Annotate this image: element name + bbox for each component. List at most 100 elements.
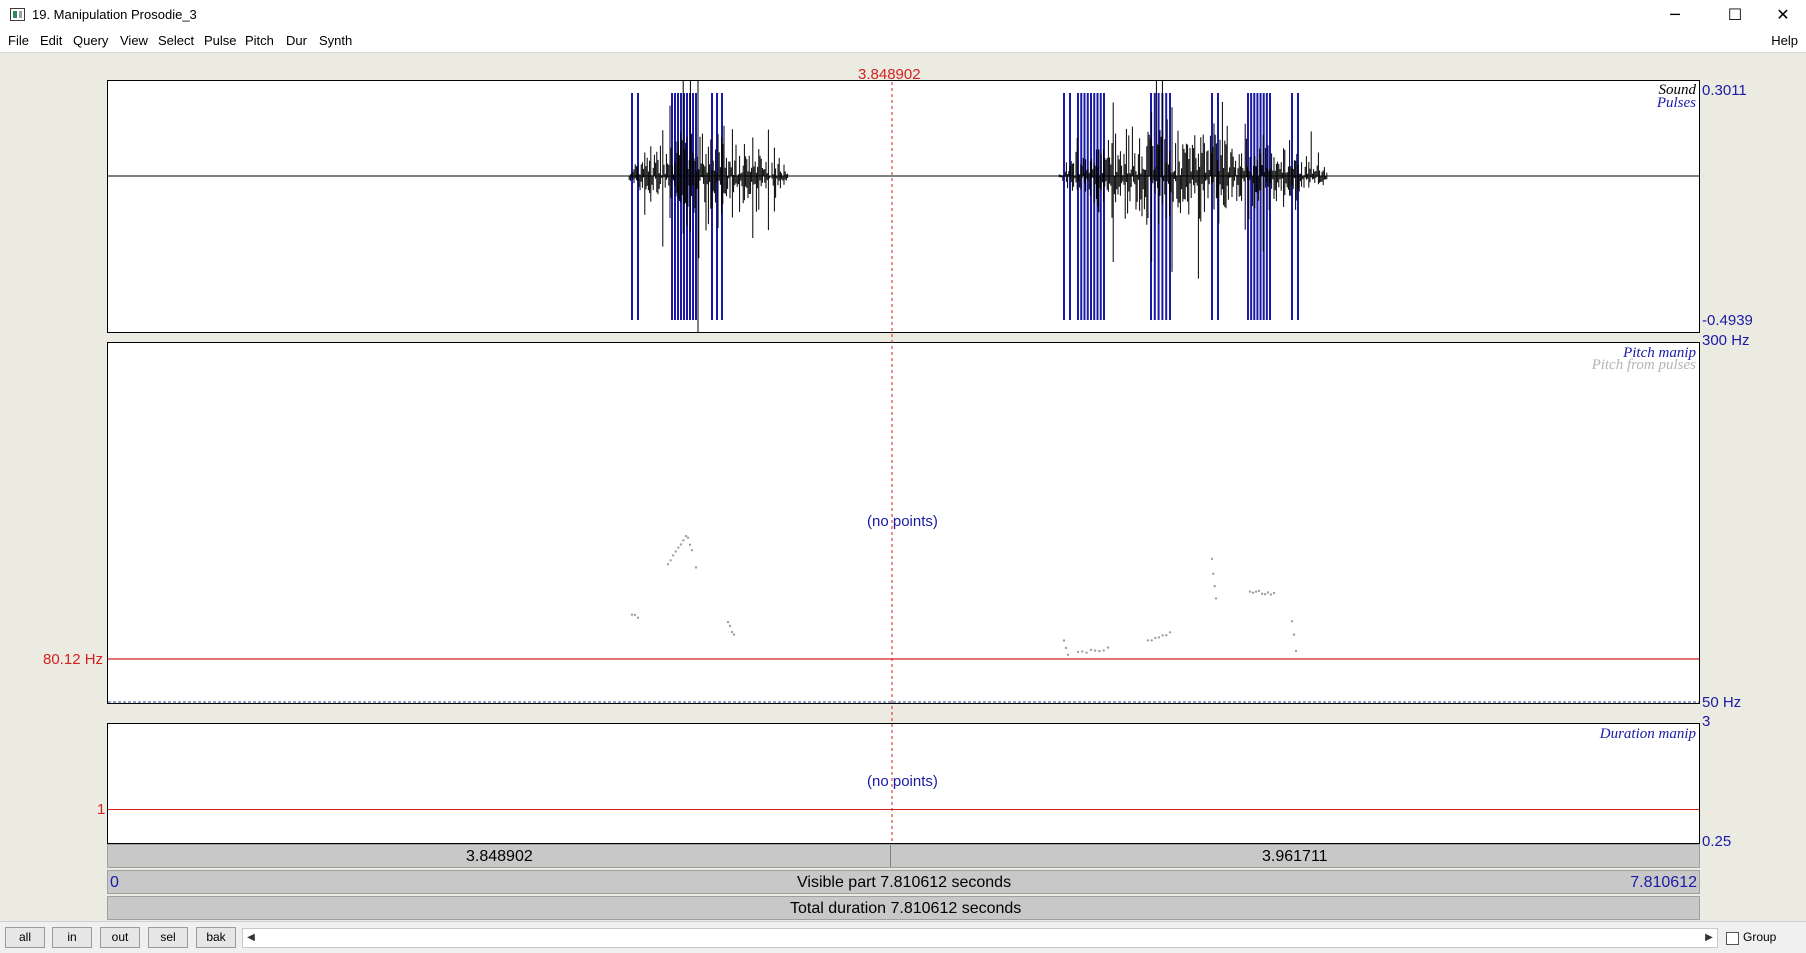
pitch-point <box>1102 649 1105 652</box>
duration-ymax-label: 3 <box>1702 713 1711 730</box>
pitch-points <box>630 534 1298 656</box>
pitch-point <box>1066 653 1070 656</box>
pitch-no-points-label: (no points) <box>867 513 938 530</box>
menu-synth[interactable]: Synth <box>319 33 352 48</box>
zoom-in-button[interactable]: in <box>52 927 92 948</box>
close-button[interactable]: ✕ <box>1760 0 1806 30</box>
pitch-point <box>1254 590 1258 593</box>
pitch-point <box>669 559 672 562</box>
pitch-point <box>1292 633 1296 636</box>
pitch-point <box>1106 646 1110 649</box>
maximize-button[interactable]: ☐ <box>1712 0 1758 30</box>
pitch-point <box>630 613 634 616</box>
pitch-point <box>1251 591 1255 594</box>
sound-ymin-label: -0.4939 <box>1702 312 1753 329</box>
pitch-from-pulses-legend: Pitch from pulses <box>1591 357 1696 373</box>
pitch-point <box>1213 585 1216 588</box>
duration-manip-legend: Duration manip <box>1599 726 1696 742</box>
left-segment-duration: 3.848902 <box>466 848 533 865</box>
menu-pulse[interactable]: Pulse <box>204 33 237 48</box>
pitch-point <box>694 566 698 569</box>
visible-part-text: Visible part 7.810612 seconds <box>797 874 1012 891</box>
duration-manip-panel[interactable]: Duration manip (no points) <box>107 723 1700 844</box>
pitch-point <box>1263 593 1267 596</box>
pitch-point <box>1089 648 1093 652</box>
pitch-point <box>1150 639 1153 642</box>
duration-no-points-label: (no points) <box>867 773 938 790</box>
pitch-point <box>1161 634 1164 637</box>
pitch-point <box>1210 557 1214 561</box>
duration-ymin-label: 0.25 <box>1702 833 1732 850</box>
visible-end-time: 7.810612 <box>1630 874 1697 891</box>
visible-start-time: 0 <box>110 874 119 891</box>
pitch-ymax-label: 300 Hz <box>1702 332 1750 349</box>
menu-dur[interactable]: Dur <box>286 33 307 48</box>
right-segment-duration: 3.961711 <box>1262 848 1328 865</box>
pitch-point <box>1214 597 1218 600</box>
bottom-bar: all in out sel bak ◀ ▶ Group <box>0 921 1806 953</box>
segment-divider <box>890 845 891 867</box>
pitch-point <box>690 549 694 552</box>
pitch-point <box>1212 572 1215 575</box>
zoom-selection-button[interactable]: sel <box>148 927 188 948</box>
praat-app-icon <box>10 8 25 21</box>
menu-pitch[interactable]: Pitch <box>245 33 274 48</box>
pitch-point <box>1076 650 1080 654</box>
menu-edit[interactable]: Edit <box>40 33 62 48</box>
scroll-right-icon[interactable]: ▶ <box>1701 929 1717 947</box>
pitch-point <box>636 616 640 619</box>
pulses-legend: Pulses <box>1656 95 1696 111</box>
horizontal-scrollbar[interactable]: ◀ ▶ <box>242 928 1718 948</box>
total-duration-text: Total duration 7.810612 seconds <box>790 900 1022 917</box>
pitch-point <box>1146 639 1150 642</box>
pitch-point <box>674 550 677 553</box>
pitch-point <box>1165 634 1168 637</box>
pitch-point <box>728 624 732 628</box>
zoom-all-button[interactable]: all <box>5 927 45 948</box>
pitch-point <box>633 613 637 617</box>
sound-pulses-panel[interactable]: Sound Pulses <box>107 80 1700 333</box>
pitch-point <box>666 563 670 566</box>
group-checkbox[interactable] <box>1726 932 1739 945</box>
title-bar: 19. Manipulation Prosodie_3 ─ ☐ ✕ <box>0 0 1806 30</box>
pitch-point <box>1093 649 1097 652</box>
zoom-out-button[interactable]: out <box>100 927 140 948</box>
pitch-point <box>1269 593 1273 596</box>
pitch-point <box>1154 636 1157 640</box>
selection-time-bar[interactable]: 3.848902 3.961711 <box>107 844 1700 868</box>
sound-waveform-pulses <box>108 81 1699 332</box>
pitch-point <box>688 543 692 546</box>
menu-help[interactable]: Help <box>1771 33 1798 48</box>
pitch-point <box>684 534 688 538</box>
menu-view[interactable]: View <box>120 33 148 48</box>
pitch-point <box>730 630 734 634</box>
sound-ymax-label: 0.3011 <box>1702 82 1747 99</box>
duration-cursor-value: 1 <box>97 801 106 818</box>
pitch-point <box>1098 649 1101 653</box>
pitch-manip-panel[interactable]: Pitch manip Pitch from pulses (no points… <box>107 342 1700 704</box>
pitch-point <box>1266 591 1270 594</box>
pitch-point <box>677 546 680 549</box>
pitch-point <box>1260 592 1264 595</box>
scroll-left-icon[interactable]: ◀ <box>243 929 259 947</box>
zoom-back-button[interactable]: bak <box>196 927 236 948</box>
menu-file[interactable]: File <box>8 33 29 48</box>
pitch-point <box>1294 649 1298 653</box>
pitch-point <box>679 543 683 546</box>
duration-cursor-line <box>108 809 1699 810</box>
pitch-point <box>726 620 730 624</box>
pitch-point <box>1064 646 1068 650</box>
menu-select[interactable]: Select <box>158 33 194 48</box>
pitch-ymin-label: 50 Hz <box>1702 694 1742 711</box>
pitch-cursor-value: 80.12 Hz <box>43 651 104 668</box>
pitch-point <box>1168 631 1172 634</box>
pitch-point <box>682 539 685 542</box>
group-label: Group <box>1743 930 1777 944</box>
pitch-point <box>732 633 736 636</box>
minimize-button[interactable]: ─ <box>1652 0 1698 30</box>
menu-query[interactable]: Query <box>73 33 108 48</box>
total-duration-bar[interactable]: Total duration 7.810612 seconds <box>107 896 1700 920</box>
pitch-point <box>1248 590 1252 593</box>
pitch-point <box>1157 636 1161 639</box>
visible-part-bar[interactable]: 0 Visible part 7.810612 seconds 7.810612 <box>107 870 1700 894</box>
